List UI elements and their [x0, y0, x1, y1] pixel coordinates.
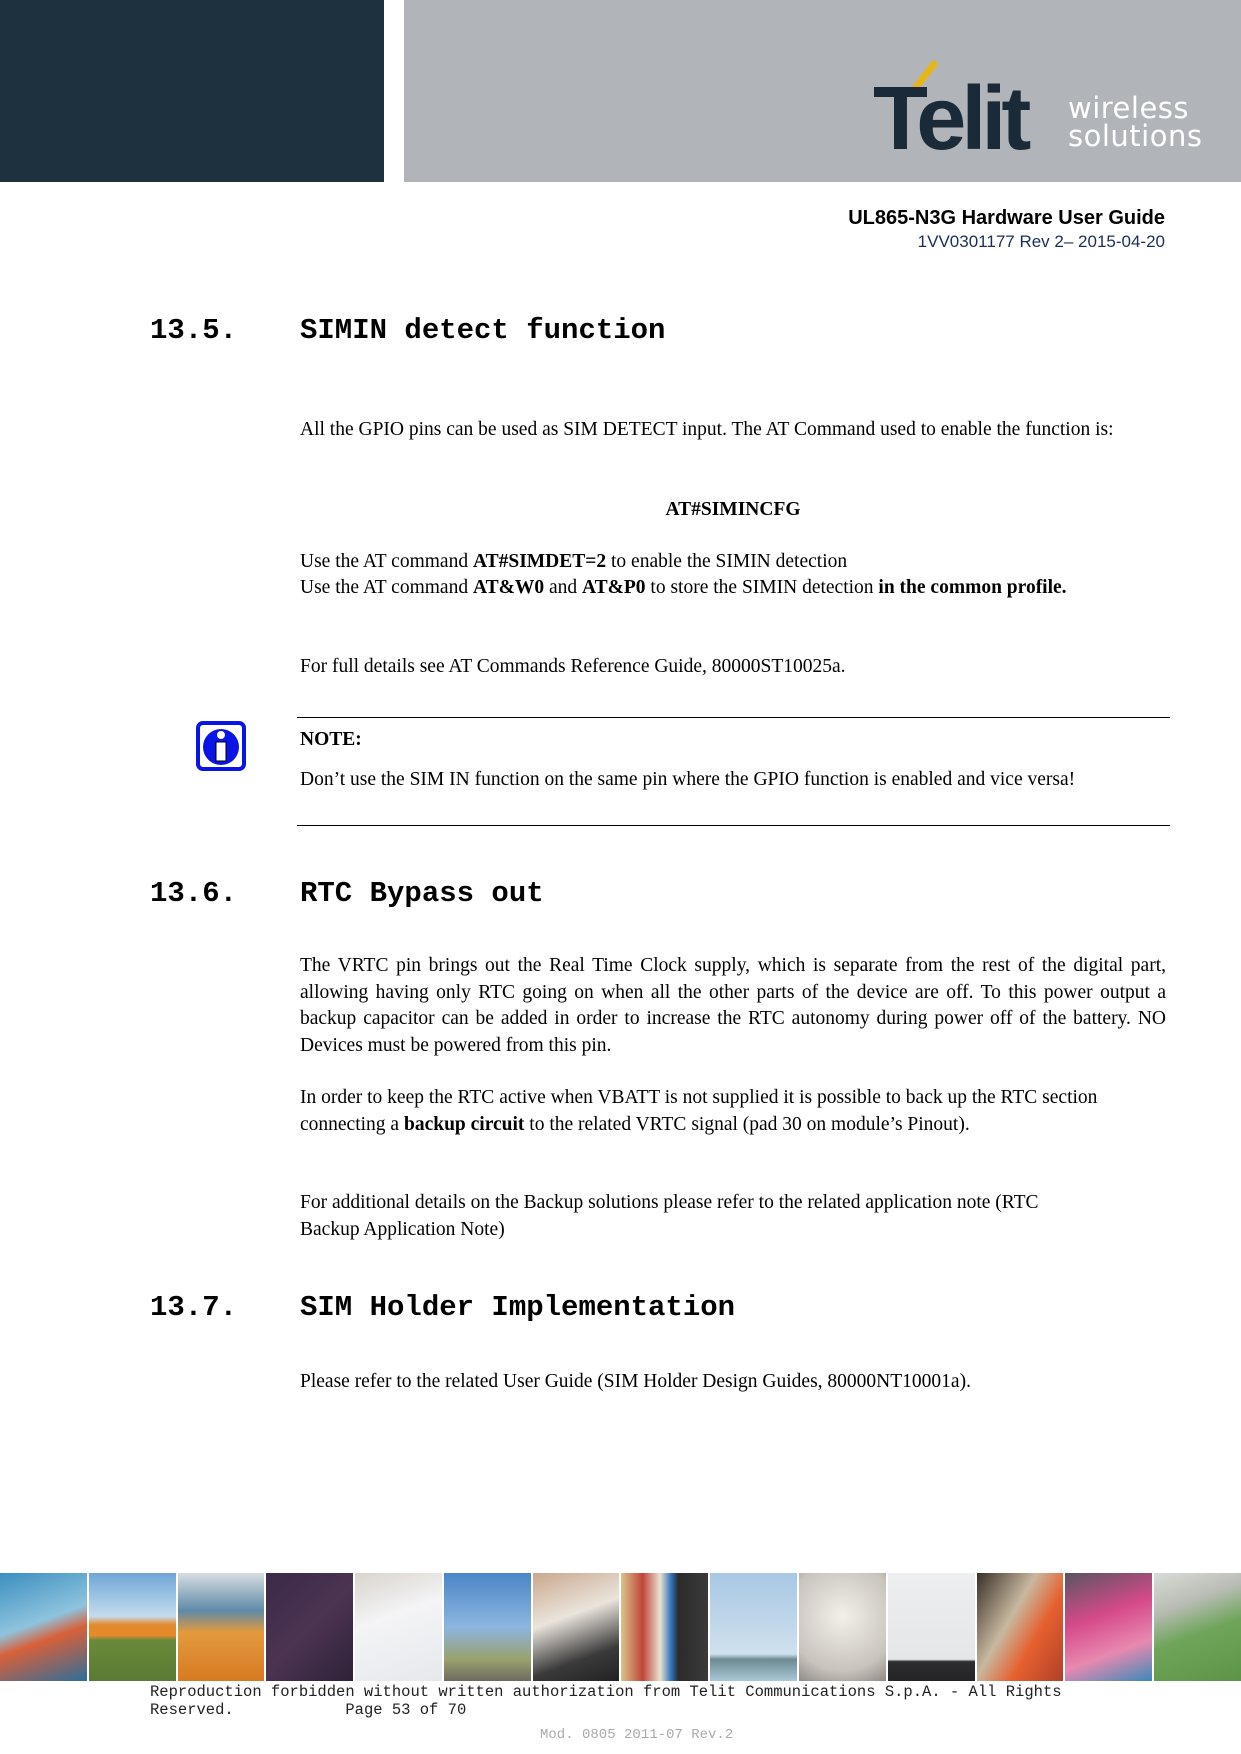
- text: to enable the SIMIN detection: [606, 551, 848, 572]
- footer-photo-security-camera: [1154, 1573, 1241, 1681]
- section-heading-13-6: 13.6. RTC Bypass out: [150, 877, 544, 910]
- footer-photo-wind-turbines: [710, 1573, 798, 1681]
- section-title: RTC Bypass out: [300, 877, 544, 910]
- paragraph: For additional details on the Backup sol…: [300, 1192, 1039, 1240]
- paragraph: Use the AT command AT&W0 and AT&P0 to st…: [300, 575, 1166, 602]
- paragraph: The VRTC pin brings out the Real Time Cl…: [300, 955, 1166, 1056]
- section-number: 13.7.: [150, 1291, 238, 1324]
- section-number: 13.6.: [150, 877, 238, 910]
- command-text: AT&P0: [582, 577, 646, 598]
- info-icon: [196, 721, 246, 771]
- telit-logo: Telit wireless solutions: [873, 50, 1203, 169]
- footer-photo-vending-machine: [621, 1573, 709, 1681]
- section-heading-13-7: 13.7. SIM Holder Implementation: [150, 1291, 735, 1324]
- footer-photo-train-platform: [976, 1573, 1064, 1681]
- section-heading-13-5: 13.5. SIMIN detect function: [150, 314, 665, 347]
- copyright-text: Reproduction forbidden without written a…: [150, 1683, 1071, 1719]
- footer-image-strip: [0, 1573, 1241, 1681]
- logo-tagline-line2: solutions: [1068, 119, 1203, 153]
- text: to store the SIMIN detection: [645, 577, 879, 598]
- at-command-simincfg: AT#SIMINCFG: [300, 497, 1166, 524]
- paragraph: For full details see AT Commands Referen…: [300, 656, 846, 677]
- footer-photo-sos-phone: [88, 1573, 176, 1681]
- section-title: SIMIN detect function: [300, 314, 666, 347]
- footer-photo-cyclist: [443, 1573, 531, 1681]
- paragraph: In order to keep the RTC active when VBA…: [300, 1085, 1180, 1138]
- note-top-rule: [297, 717, 1170, 718]
- header-dark-panel: [0, 0, 384, 182]
- document-revision: 1VV0301177 Rev 2– 2015-04-20: [917, 232, 1165, 251]
- command-text: AT&W0: [472, 577, 545, 598]
- note-text: Don’t use the SIM IN function on the sam…: [300, 769, 1076, 790]
- footer-photo-freight-containers: [177, 1573, 265, 1681]
- note-bottom-rule: [297, 825, 1170, 826]
- section-number: 13.5.: [150, 314, 238, 347]
- footer-photo-traffic-tunnel: [0, 1573, 87, 1681]
- text: Use the AT command: [300, 577, 473, 598]
- logo-tagline-line1: wireless: [1068, 91, 1190, 125]
- logo-tagline: wireless solutions: [1068, 91, 1203, 153]
- command-text: AT#SIMDET=2: [472, 551, 607, 572]
- document-title: UL865-N3G Hardware User Guide: [848, 207, 1165, 229]
- footer-photo-printing-press: [1065, 1573, 1153, 1681]
- text: to the related VRTC signal (pad 30 on mo…: [524, 1113, 970, 1135]
- paragraph: All the GPIO pins can be used as SIM DET…: [300, 419, 1114, 440]
- text: Use the AT command: [300, 551, 473, 572]
- section-title: SIM Holder Implementation: [300, 1291, 736, 1324]
- footer-photo-kilowatt-meter: [799, 1573, 886, 1681]
- footer-photo-departure-board: [266, 1573, 354, 1681]
- emphasis-text: backup circuit: [403, 1113, 525, 1135]
- text: and: [544, 577, 582, 598]
- page-number: Page 53 of 70: [345, 1701, 467, 1719]
- logo-wordmark: Telit: [873, 69, 1031, 169]
- footer-module-revision: Mod. 0805 2011-07 Rev.2: [540, 1727, 734, 1743]
- paragraph: Please refer to the related User Guide (…: [300, 1371, 971, 1392]
- footer-photo-laptop-keyboard: [355, 1573, 442, 1681]
- note-title: NOTE:: [300, 729, 362, 750]
- footer-photo-building-facade: [887, 1573, 975, 1681]
- command-text: AT#SIMINCFG: [665, 499, 801, 520]
- paragraph: Use the AT command AT#SIMDET=2 to enable…: [300, 549, 1166, 576]
- emphasis-text: in the common profile.: [878, 577, 1067, 598]
- footer-photo-card-reader: [532, 1573, 620, 1681]
- footer-copyright: Reproduction forbidden without written a…: [150, 1683, 1150, 1719]
